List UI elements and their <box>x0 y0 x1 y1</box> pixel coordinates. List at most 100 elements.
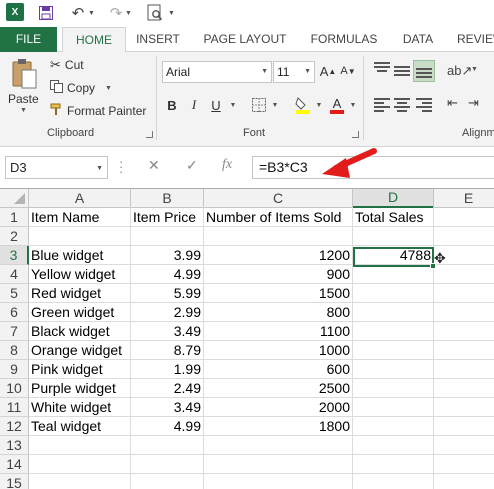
column-header-c[interactable]: C <box>204 189 353 208</box>
font-color-dropdown-icon[interactable]: ▼ <box>348 95 358 115</box>
font-color-button[interactable]: A <box>328 95 346 115</box>
name-box[interactable]: D3 ▼ <box>5 156 108 179</box>
tab-page-layout[interactable]: PAGE LAYOUT <box>198 27 292 52</box>
align-left-icon[interactable] <box>374 98 390 112</box>
cell-c3[interactable]: 1200 <box>204 246 353 265</box>
fill-color-dropdown-icon[interactable]: ▼ <box>314 95 324 115</box>
italic-button[interactable]: I <box>186 95 202 115</box>
column-header-b[interactable]: B <box>131 189 204 208</box>
orientation-dropdown-icon[interactable]: ▼ <box>471 66 478 73</box>
borders-dropdown-icon[interactable]: ▼ <box>270 95 280 115</box>
cell-c8[interactable]: 1000 <box>204 341 353 360</box>
cell-b3[interactable]: 3.99 <box>131 246 204 265</box>
cell-d1[interactable]: Total Sales <box>355 208 434 227</box>
row-header-4[interactable]: 4 <box>0 265 29 284</box>
cell-b5[interactable]: 5.99 <box>131 284 204 303</box>
decrease-font-size-button[interactable]: A ▼ <box>340 61 356 81</box>
cut-button[interactable]: ✂ Cut <box>50 57 84 73</box>
cell-a9[interactable]: Pink widget <box>31 360 131 379</box>
cell-c4[interactable]: 900 <box>204 265 353 284</box>
row-header-14[interactable]: 14 <box>0 455 29 474</box>
cell-a10[interactable]: Purple widget <box>31 379 131 398</box>
cell-c5[interactable]: 1500 <box>204 284 353 303</box>
row-header-2[interactable]: 2 <box>0 227 29 246</box>
cell-b8[interactable]: 8.79 <box>131 341 204 360</box>
increase-indent-icon[interactable]: ⇥ <box>468 95 479 111</box>
orientation-icon[interactable]: ab↗ <box>447 63 472 79</box>
column-header-d[interactable]: D <box>353 189 434 208</box>
align-right-icon[interactable] <box>416 98 432 112</box>
cell-a1[interactable]: Item Name <box>31 208 131 227</box>
cell-b6[interactable]: 2.99 <box>131 303 204 322</box>
format-painter-button[interactable]: Format Painter <box>50 103 146 119</box>
cell-c10[interactable]: 2500 <box>204 379 353 398</box>
underline-button[interactable]: U <box>208 95 224 115</box>
cell-b12[interactable]: 4.99 <box>131 417 204 436</box>
paste-dropdown-icon[interactable]: ▼ <box>20 107 27 114</box>
row-header-15[interactable]: 15 <box>0 474 29 489</box>
cell-b4[interactable]: 4.99 <box>131 265 204 284</box>
copy-dropdown-icon[interactable]: ▼ <box>105 85 112 92</box>
undo-icon[interactable]: ↶ <box>70 3 86 23</box>
cell-a3[interactable]: Blue widget <box>31 246 131 265</box>
row-header-11[interactable]: 11 <box>0 398 29 417</box>
middle-align-icon[interactable] <box>394 66 410 80</box>
cell-a6[interactable]: Green widget <box>31 303 131 322</box>
cell-b1[interactable]: Item Price <box>133 208 204 227</box>
qat-customize-icon[interactable]: ▼ <box>168 3 175 23</box>
row-header-10[interactable]: 10 <box>0 379 29 398</box>
fill-color-button[interactable] <box>294 95 312 115</box>
cell-a5[interactable]: Red widget <box>31 284 131 303</box>
cell-a11[interactable]: White widget <box>31 398 131 417</box>
row-header-9[interactable]: 9 <box>0 360 29 379</box>
redo-dropdown-icon[interactable]: ▼ <box>125 3 132 23</box>
formula-bar-grip-icon[interactable]: · · · <box>119 155 123 178</box>
row-header-8[interactable]: 8 <box>0 341 29 360</box>
tab-home[interactable]: HOME <box>62 27 126 53</box>
increase-font-size-button[interactable]: A ▲ <box>320 61 337 81</box>
borders-button[interactable] <box>250 95 268 115</box>
row-header-13[interactable]: 13 <box>0 436 29 455</box>
cell-a8[interactable]: Orange widget <box>31 341 131 360</box>
clipboard-dialog-launcher-icon[interactable] <box>146 131 153 138</box>
top-align-icon[interactable] <box>374 62 390 76</box>
tab-formulas[interactable]: FORMULAS <box>306 27 382 52</box>
decrease-indent-icon[interactable]: ⇤ <box>447 95 458 111</box>
cell-a7[interactable]: Black widget <box>31 322 131 341</box>
row-header-5[interactable]: 5 <box>0 284 29 303</box>
worksheet-grid[interactable]: A B C D E 1 2 3 4 5 6 7 8 9 10 11 12 13 14 15 Item Nam… <box>0 188 494 489</box>
print-preview-icon[interactable] <box>146 3 164 23</box>
paste-icon[interactable] <box>12 58 38 90</box>
tab-review[interactable]: REVIEW <box>457 27 494 52</box>
paste-button[interactable]: Paste <box>8 92 39 106</box>
row-header-6[interactable]: 6 <box>0 303 29 322</box>
active-cell-d3[interactable] <box>353 247 436 269</box>
font-dialog-launcher-icon[interactable] <box>352 131 359 138</box>
insert-function-icon[interactable]: fx <box>222 157 232 173</box>
row-header-1[interactable]: 1 <box>0 208 29 227</box>
undo-dropdown-icon[interactable]: ▼ <box>88 3 95 23</box>
column-header-a[interactable]: A <box>29 189 131 208</box>
tab-insert[interactable]: INSERT <box>132 27 184 52</box>
bold-button[interactable]: B <box>164 95 180 115</box>
copy-button[interactable]: Copy ▼ <box>50 80 112 96</box>
underline-dropdown-icon[interactable]: ▼ <box>228 95 238 115</box>
cell-b10[interactable]: 2.49 <box>131 379 204 398</box>
cell-b7[interactable]: 3.49 <box>131 322 204 341</box>
tab-file[interactable]: FILE <box>0 27 57 52</box>
save-icon[interactable] <box>38 3 54 23</box>
cell-b9[interactable]: 1.99 <box>131 360 204 379</box>
cancel-icon[interactable]: ✕ <box>148 157 160 174</box>
row-header-12[interactable]: 12 <box>0 417 29 436</box>
cell-c12[interactable]: 1800 <box>204 417 353 436</box>
enter-icon[interactable]: ✓ <box>186 157 198 174</box>
cell-c6[interactable]: 800 <box>204 303 353 322</box>
cell-b11[interactable]: 3.49 <box>131 398 204 417</box>
redo-icon[interactable]: ↷ <box>108 3 124 23</box>
font-name-select[interactable]: Arial ▼ <box>162 61 272 83</box>
column-header-e[interactable]: E <box>434 189 494 208</box>
row-header-3[interactable]: 3 <box>0 246 29 265</box>
cell-a12[interactable]: Teal widget <box>31 417 131 436</box>
cell-c9[interactable]: 600 <box>204 360 353 379</box>
select-all-corner[interactable] <box>0 189 29 208</box>
